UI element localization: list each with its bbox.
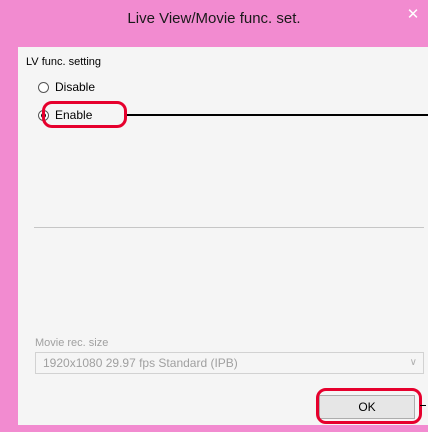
chevron-down-icon: ∨	[409, 357, 417, 368]
dialog-window: Live View/Movie func. set. ✕ LV func. se…	[0, 0, 428, 432]
radio-disable[interactable]: Disable	[38, 80, 95, 94]
ok-highlight-annotation	[316, 388, 422, 424]
movie-rec-size-label: Movie rec. size	[35, 337, 109, 349]
movie-rec-size-value: 1920x1080 29.97 fps Standard (IPB)	[43, 356, 238, 370]
close-icon: ✕	[406, 5, 420, 23]
movie-rec-size-select: 1920x1080 29.97 fps Standard (IPB) ∨	[35, 352, 424, 374]
enable-highlight-annotation	[42, 101, 127, 128]
ok-callout-tick	[420, 405, 426, 406]
title-bar[interactable]: Live View/Movie func. set. ✕	[0, 0, 428, 37]
window-title: Live View/Movie func. set.	[127, 10, 301, 27]
radio-disable-label: Disable	[55, 80, 96, 94]
separator	[34, 227, 424, 228]
lv-func-setting-label: LV func. setting	[26, 56, 102, 68]
radio-disable-indicator[interactable]	[38, 81, 49, 93]
close-button[interactable]: ✕	[398, 0, 428, 27]
callout-line-annotation	[127, 114, 428, 116]
